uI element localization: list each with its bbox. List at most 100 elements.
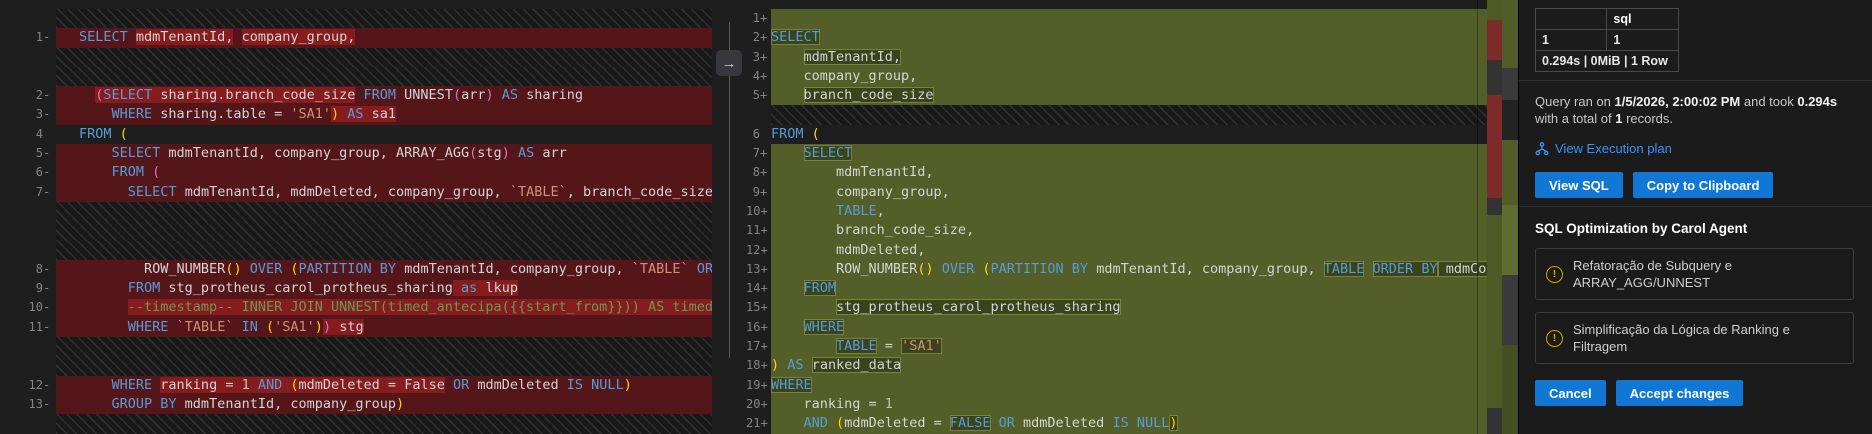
ruler-mark — [1502, 140, 1518, 205]
code-line[interactable]: 4 + company_group, — [746, 66, 1518, 87]
line-number: 11 + — [746, 221, 771, 241]
code-line[interactable]: 17 + TABLE = 'SA1' — [746, 337, 1518, 357]
code-line[interactable]: 8- ROW_NUMBER() OVER (PARTITION BY mdmTe… — [0, 259, 712, 280]
code-line-text: ranking = 1 — [771, 394, 1518, 415]
line-number: 4 + — [746, 66, 771, 87]
code-line[interactable]: 1- SELECT mdmTenantId, company_group, — [0, 28, 712, 48]
diff-spacer-line — [0, 221, 712, 241]
code-line-text: SELECT mdmTenantId, company_group, ARRAY… — [56, 144, 712, 164]
line-number: 10 + — [746, 201, 771, 222]
line-number: 15 + — [746, 298, 771, 318]
optimization-item[interactable]: ! Simplificação da Lógica de Ranking e F… — [1535, 312, 1854, 364]
code-line[interactable]: 16 + WHERE — [746, 317, 1518, 338]
code-line-text: FROM — [771, 279, 1518, 299]
ruler-mark — [1487, 215, 1502, 408]
results-row-value: 1 — [1606, 29, 1679, 51]
line-number — [0, 240, 56, 260]
code-line[interactable]: 9- FROM stg_protheus_carol_protheus_shar… — [0, 279, 712, 299]
query-summary-text: Query ran on — [1535, 94, 1615, 109]
code-line[interactable]: 5 + branch_code_size — [746, 86, 1518, 106]
code-line[interactable]: 13 + ROW_NUMBER() OVER (PARTITION BY mdmT… — [746, 259, 1518, 280]
accept-changes-button[interactable]: Accept changes — [1615, 380, 1744, 406]
code-line[interactable]: 2- (SELECT sharing.branch_code_size FROM… — [0, 86, 712, 106]
code-line[interactable]: 19 + WHERE — [746, 375, 1518, 395]
code-line[interactable]: 4 FROM ( — [0, 124, 712, 145]
line-number: 13- — [0, 394, 56, 415]
code-line-text: WHERE `TABLE` IN ('SA1')) stg — [56, 317, 712, 338]
code-line[interactable]: 2 + SELECT — [746, 28, 1518, 48]
code-line[interactable]: 6 FROM ( — [746, 124, 1518, 145]
code-line[interactable]: 8 + mdmTenantId, — [746, 163, 1518, 183]
code-line[interactable]: 11- WHERE `TABLE` IN ('SA1')) stg — [0, 317, 712, 338]
code-line[interactable]: 12 + mdmDeleted, — [746, 240, 1518, 260]
code-line-text: ROW_NUMBER() OVER (PARTITION BY mdmTenan… — [771, 259, 1518, 280]
optimization-item-label: Simplificação da Lógica de Ranking e Fil… — [1573, 322, 1790, 354]
ruler-mark — [1487, 60, 1502, 95]
code-line-text: FROM ( — [56, 163, 712, 183]
results-sidebar: sql 1 1 0.294s | 0MiB | 1 Row Query ran … — [1518, 0, 1872, 434]
code-line-text: GROUP BY mdmTenantId, company_group) — [56, 394, 712, 415]
line-number: 8 + — [746, 163, 771, 183]
line-number — [0, 337, 56, 357]
code-line-text — [56, 414, 712, 434]
code-line[interactable]: 13- GROUP BY mdmTenantId, company_group) — [0, 394, 712, 415]
code-line[interactable]: 1 + — [746, 9, 1518, 29]
line-number: 2- — [0, 86, 56, 106]
copy-to-clipboard-button[interactable]: Copy to Clipboard — [1632, 172, 1774, 198]
revert-arrow-icon[interactable]: → — [716, 50, 742, 76]
code-line[interactable]: 21 + AND (mdmDeleted = FALSE OR mdmDelete… — [746, 414, 1518, 434]
ruler-mark — [1502, 275, 1518, 345]
code-line[interactable]: 3- WHERE sharing.table = 'SA1') AS sa1 — [0, 105, 712, 125]
code-line[interactable]: 10 + TABLE, — [746, 201, 1518, 222]
code-line[interactable]: 11 + branch_code_size, — [746, 221, 1518, 241]
code-line[interactable]: 3 + mdmTenantId, — [746, 47, 1518, 67]
query-summary-text: records. — [1622, 111, 1674, 126]
code-line[interactable]: 18 +) AS ranked_data — [746, 356, 1518, 376]
code-line-text: WHERE — [771, 375, 1518, 395]
original-code-pane: 1- SELECT mdmTenantId, company_group, 2- (… — [0, 0, 712, 434]
code-line[interactable]: 12- WHERE ranking = 1 AND (mdmDeleted = … — [0, 375, 712, 395]
cancel-button[interactable]: Cancel — [1535, 380, 1606, 406]
code-line[interactable]: 7 + SELECT — [746, 144, 1518, 164]
line-number: 5 + — [746, 86, 771, 106]
results-corner-cell — [1534, 8, 1608, 30]
divider — [1519, 80, 1872, 81]
code-line-text: FROM ( — [79, 125, 128, 142]
code-line[interactable]: 14 + FROM — [746, 279, 1518, 299]
code-line[interactable]: 15 + stg_protheus_carol_protheus_sharing — [746, 298, 1518, 318]
view-sql-button[interactable]: View SQL — [1535, 172, 1623, 198]
code-line-text: mdmTenantId, — [771, 47, 1518, 67]
code-line-text: SELECT — [771, 144, 1518, 164]
modified-code-pane: 1 +2 + SELECT 3 + mdmTenantId, 4 + company_grou… — [746, 0, 1518, 434]
code-line[interactable]: 5- SELECT mdmTenantId, company_group, AR… — [0, 144, 712, 164]
code-line-text: (SELECT sharing.branch_code_size FROM UN… — [56, 86, 712, 106]
view-execution-plan-link[interactable]: View Execution plan — [1535, 141, 1854, 156]
diff-spacer-line — [0, 9, 712, 29]
column-ruler — [1477, 0, 1478, 434]
code-line-text: SELECT mdmTenantId, mdmDeleted, company_… — [56, 182, 712, 202]
diff-spacer-line — [0, 356, 712, 376]
ruler-mark — [1487, 198, 1502, 215]
optimization-item[interactable]: ! Refatoração de Subquery e ARRAY_AGG/UN… — [1535, 248, 1854, 300]
line-number: 17 + — [746, 337, 771, 357]
ruler-mark — [1487, 0, 1502, 20]
code-line-text: ) AS ranked_data — [771, 356, 1518, 376]
diff-spacer-line — [0, 47, 712, 67]
code-line-text: SELECT — [771, 28, 1518, 48]
code-line[interactable]: 7- SELECT mdmTenantId, mdmDeleted, compa… — [0, 182, 712, 202]
code-line[interactable]: 10- --timestamp-- INNER JOIN UNNEST(time… — [0, 298, 712, 318]
line-number: 9 + — [746, 182, 771, 202]
code-line-text: company_group, — [771, 182, 1518, 202]
code-line[interactable]: 9 + company_group, — [746, 182, 1518, 202]
minimap[interactable] — [1502, 0, 1518, 434]
code-line[interactable]: 20 + ranking = 1 — [746, 394, 1518, 415]
ruler-mark — [1487, 408, 1502, 434]
code-line-text: mdmTenantId, — [771, 163, 1518, 183]
query-summary-text: and took — [1740, 94, 1798, 109]
line-number: 21 + — [746, 414, 771, 434]
ruler-mark — [1502, 0, 1518, 68]
overview-ruler[interactable] — [1487, 0, 1502, 434]
code-line[interactable]: 6- FROM ( — [0, 163, 712, 183]
line-number: 6 — [746, 124, 771, 145]
line-number — [0, 47, 56, 67]
